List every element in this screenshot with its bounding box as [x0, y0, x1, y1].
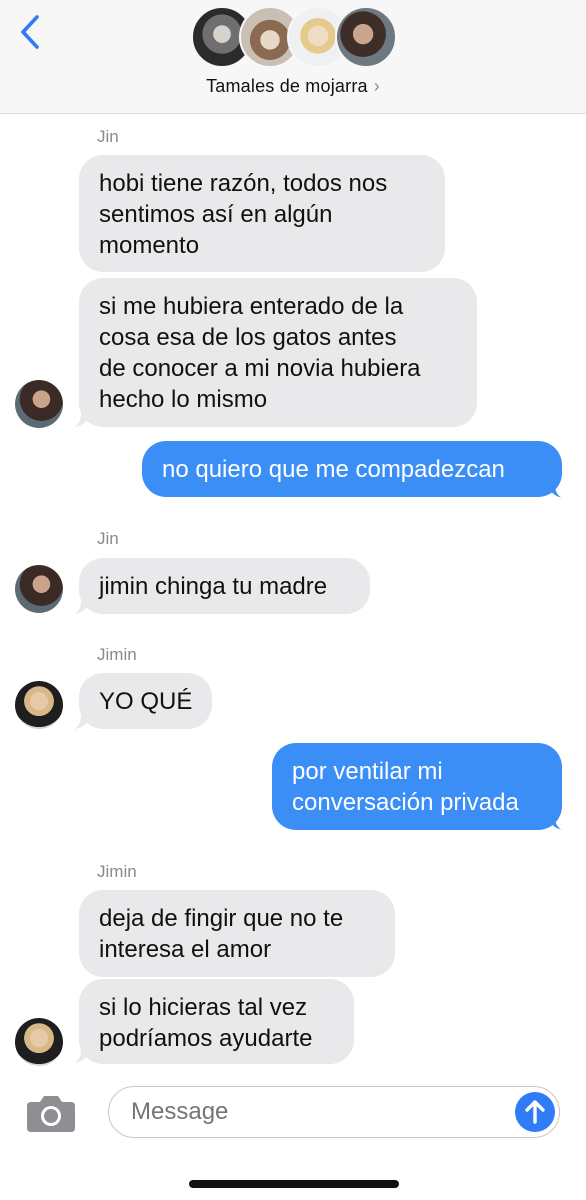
home-indicator [189, 1180, 399, 1188]
group-avatar [335, 6, 397, 68]
send-arrow-icon [525, 1100, 545, 1124]
avatar-jimin[interactable] [15, 681, 63, 729]
message-line: hecho lo mismo [99, 386, 268, 413]
message-line: sentimos así en algún [99, 201, 333, 228]
message-line: jimin chinga tu madre [99, 573, 328, 600]
sender-name: Jin [97, 529, 119, 548]
send-button[interactable] [515, 1092, 555, 1132]
message-line: momento [99, 232, 200, 259]
message-line: deja de fingir que no te [99, 905, 344, 932]
sender-name: Jimin [97, 862, 137, 881]
message-line: de conocer a mi novia hubiera [99, 355, 421, 382]
avatar-jin[interactable] [15, 380, 63, 428]
group-avatars[interactable] [191, 6, 397, 68]
message-bubble-incoming[interactable]: YO QUÉ [79, 673, 212, 729]
back-chevron-icon[interactable] [16, 14, 46, 50]
message-bubble-outgoing[interactable]: por ventilar mi conversación privada [272, 743, 562, 830]
camera-icon[interactable] [25, 1093, 77, 1133]
message-line: hobi tiene razón, todos nos [99, 170, 388, 197]
chevron-right-icon: › [373, 76, 380, 96]
message-line: cosa esa de los gatos antes [99, 324, 397, 351]
message-bubble-incoming[interactable]: si lo hicieras tal vez podríamos ayudart… [79, 979, 354, 1064]
message-line: YO QUÉ [99, 688, 193, 715]
message-bubble-incoming[interactable]: si me hubiera enterado de la cosa esa de… [79, 278, 477, 427]
message-bubble-incoming[interactable]: jimin chinga tu madre [79, 558, 370, 614]
message-line: no quiero que me compadezcan [162, 456, 505, 483]
conversation-header: Tamales de mojarra › [0, 0, 586, 114]
avatar-jin[interactable] [15, 565, 63, 613]
message-line: por ventilar mi [292, 758, 443, 785]
message-line: conversación privada [292, 789, 519, 816]
sender-name: Jin [97, 127, 119, 146]
group-name[interactable]: Tamales de mojarra › [0, 76, 586, 97]
message-bubble-incoming[interactable]: hobi tiene razón, todos nos sentimos así… [79, 155, 445, 272]
message-line: si me hubiera enterado de la [99, 293, 404, 320]
message-line: si lo hicieras tal vez [99, 994, 308, 1021]
group-name-label: Tamales de mojarra [206, 76, 368, 96]
message-input[interactable] [108, 1086, 560, 1138]
message-bubble-incoming[interactable]: deja de fingir que no te interesa el amo… [79, 890, 395, 977]
message-line: interesa el amor [99, 936, 272, 963]
sender-name: Jimin [97, 645, 137, 664]
avatar-jimin[interactable] [15, 1018, 63, 1066]
message-bubble-outgoing[interactable]: no quiero que me compadezcan [142, 441, 562, 497]
message-line: podríamos ayudarte [99, 1025, 313, 1052]
